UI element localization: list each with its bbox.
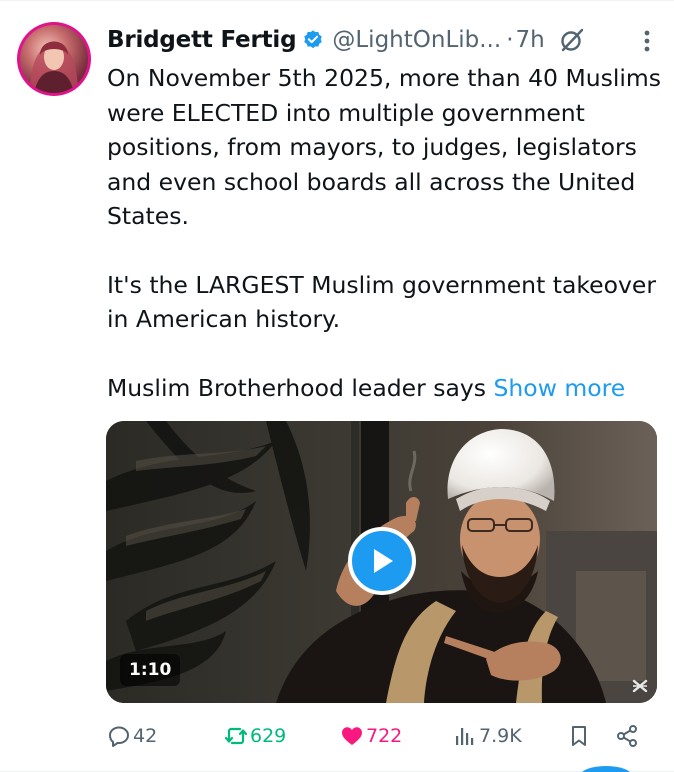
bookmark-button[interactable] (567, 719, 591, 753)
tweet-paragraph-3-text: Muslim Brotherhood leader says (107, 373, 494, 402)
repost-icon (224, 727, 248, 745)
repost-button[interactable]: 629 (224, 719, 286, 753)
author-handle[interactable]: @LightOnLib... (332, 27, 501, 53)
reply-count: 42 (133, 725, 158, 747)
reply-icon (109, 726, 129, 747)
play-icon (374, 549, 393, 573)
video-duration: 1:10 (120, 654, 181, 686)
floating-compose-button[interactable] (580, 766, 632, 772)
grok-icon[interactable] (559, 27, 585, 53)
more-options-icon[interactable] (644, 29, 650, 53)
verified-badge-icon (304, 30, 323, 49)
tweet-paragraph-2: It's the LARGEST Muslim government takeo… (107, 270, 664, 334)
watermark-icon (632, 679, 648, 693)
reply-button[interactable]: 42 (107, 719, 157, 753)
tweet-paragraph-3: Muslim Brotherhood leader says Show more (107, 371, 662, 406)
avatar-portrait (30, 41, 78, 93)
views-count: 7.9K (479, 725, 522, 747)
avatar-image (20, 25, 88, 93)
tweet[interactable]: Bridgett Fertig @LightOnLib... · 7h On N… (0, 0, 674, 772)
header-separator: · (506, 27, 514, 53)
bookmark-icon (572, 726, 586, 746)
like-count: 722 (366, 725, 403, 747)
views-icon (456, 728, 474, 745)
show-more-link[interactable]: Show more (494, 374, 626, 402)
avatar[interactable] (17, 22, 91, 96)
share-icon (617, 725, 637, 747)
video-player[interactable]: 1:10 (106, 421, 657, 703)
like-button[interactable]: 722 (340, 719, 402, 753)
views-button[interactable]: 7.9K (453, 719, 522, 753)
play-button[interactable] (348, 527, 416, 595)
tweet-time[interactable]: 7h (516, 27, 545, 53)
tweet-paragraph-1: On November 5th 2025, more than 40 Musli… (107, 64, 669, 230)
repost-count: 629 (250, 725, 287, 747)
tweet-actions: 42 629 722 7.9K (107, 719, 647, 753)
like-icon (342, 727, 362, 745)
tweet-text: On November 5th 2025, more than 40 Musli… (107, 61, 662, 405)
share-button[interactable] (615, 719, 639, 753)
author-name[interactable]: Bridgett Fertig (107, 27, 297, 53)
tweet-header: Bridgett Fertig @LightOnLib... · 7h (107, 23, 674, 57)
